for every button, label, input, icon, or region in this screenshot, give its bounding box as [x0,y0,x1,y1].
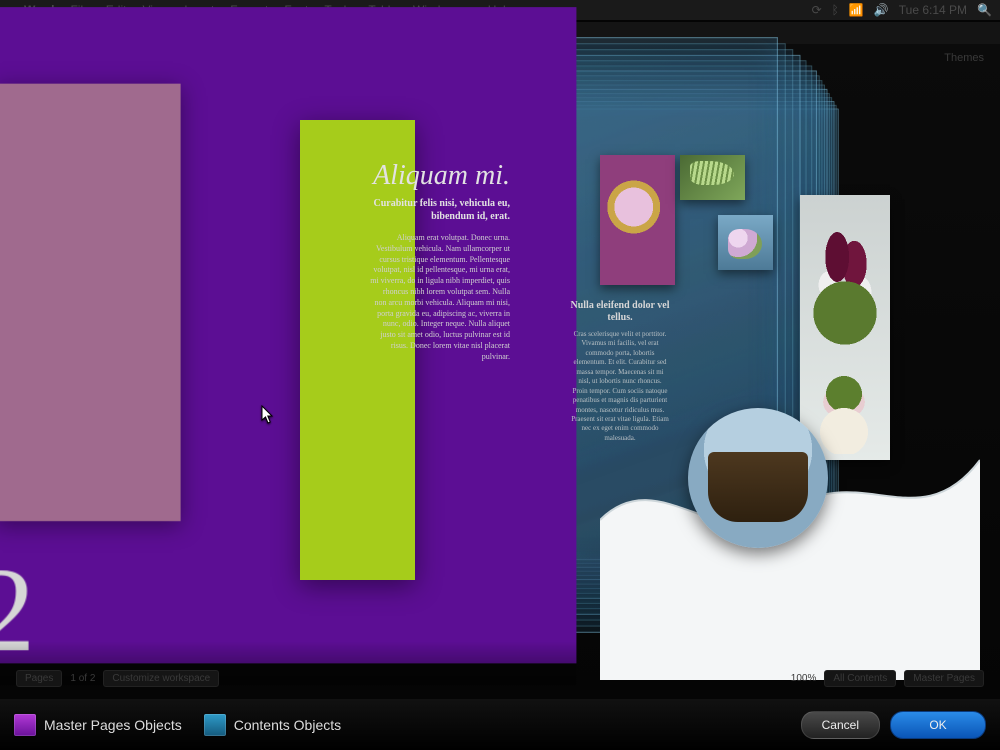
clock: Tue 6:14 PM [899,3,967,17]
layer-explode-view: 2 Aliquam mi. Curabitur felis nisi, vehi… [0,40,1000,690]
right-page-text-column: Nulla eleifend dolor vel tellus. Cras sc… [570,300,670,443]
status-pages-value: 1 of 2 [70,673,95,684]
spotlight-icon: 🔍 [977,3,992,17]
status-customize: Customize workspace [103,670,219,687]
menubar-status-area: ⟳ ᛒ 📶 🔊 Tue 6:14 PM 🔍 [812,3,992,17]
word-status-bar: Pages 1 of 2 Customize workspace 100% Al… [0,666,1000,690]
cancel-button[interactable]: Cancel [801,711,880,739]
sync-icon: ⟳ [812,3,822,17]
master-page-image-placeholder[interactable] [0,84,181,521]
legend-contents: Contents Objects [204,714,341,736]
body-heading: Aliquam mi. [370,160,510,192]
body-subheading: Curabitur felis nisi, vehicula eu, biben… [370,198,510,223]
status-chip: Master Pages [904,670,984,687]
photo-fern[interactable] [680,155,745,200]
ok-button[interactable]: OK [890,711,986,739]
legend-contents-label: Contents Objects [234,717,341,733]
page-number: 2 [0,541,35,680]
photo-flower-closeup[interactable] [600,155,675,285]
left-page-text-column: Aliquam mi. Curabitur felis nisi, vehicu… [370,160,510,363]
status-pages-label: Pages [16,670,62,687]
right-paragraph: Cras scelerisque velit et porttitor. Viv… [570,330,670,443]
bottom-action-bar: Master Pages Objects Contents Objects Ca… [0,700,1000,750]
master-pages-swatch-icon [14,714,36,736]
photo-bouquet-tall[interactable] [800,195,890,460]
legend-master-pages: Master Pages Objects [14,714,182,736]
photo-bud[interactable] [718,215,773,270]
photo-tulip-basket-oval[interactable] [688,408,828,548]
volume-icon: 🔊 [874,3,889,17]
contents-swatch-icon [204,714,226,736]
legend-master-label: Master Pages Objects [44,717,182,733]
airport-icon: 📶 [849,3,864,17]
body-paragraph: Aliquam erat volutpat. Donec urna. Vesti… [370,233,510,363]
status-chip: All Contents [824,670,896,687]
right-heading: Nulla eleifend dolor vel tellus. [570,300,670,324]
bluetooth-icon: ᛒ [832,3,839,17]
status-zoom: 100% [791,673,817,684]
